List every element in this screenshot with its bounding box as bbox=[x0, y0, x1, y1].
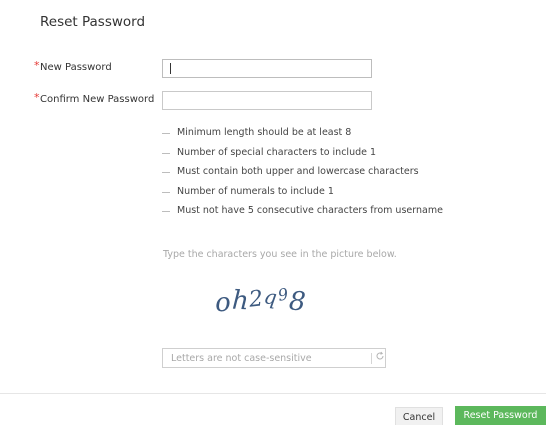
password-rule: Must not have 5 consecutive characters f… bbox=[162, 201, 443, 221]
new-password-label: * New Password bbox=[34, 59, 112, 73]
text-cursor bbox=[170, 63, 171, 74]
password-rule: Number of special characters to include … bbox=[162, 143, 443, 163]
captcha-hint: Type the characters you see in the pictu… bbox=[163, 249, 397, 260]
refresh-icon-glyph bbox=[376, 351, 384, 360]
captcha-field bbox=[162, 348, 386, 368]
captcha-input[interactable] bbox=[163, 349, 363, 367]
footer-divider bbox=[0, 393, 546, 394]
confirm-password-input[interactable] bbox=[162, 91, 372, 110]
dialog-title: Reset Password bbox=[40, 14, 146, 30]
captcha-divider bbox=[371, 353, 372, 364]
refresh-icon[interactable] bbox=[374, 351, 386, 365]
reset-password-button[interactable]: Reset Password bbox=[455, 406, 546, 425]
captcha-char: 8 bbox=[288, 286, 308, 318]
confirm-password-label-text: Confirm New Password bbox=[40, 94, 155, 105]
confirm-password-label: * Confirm New Password bbox=[34, 91, 155, 105]
captcha-char: o bbox=[213, 287, 233, 319]
password-rules-list: Minimum length should be at least 8 Numb… bbox=[162, 123, 443, 221]
captcha-image: oh2q98 bbox=[213, 284, 335, 322]
password-rule: Number of numerals to include 1 bbox=[162, 182, 443, 202]
cancel-button[interactable]: Cancel bbox=[395, 407, 443, 425]
new-password-input[interactable] bbox=[162, 59, 372, 78]
new-password-label-text: New Password bbox=[40, 62, 112, 73]
required-marker: * bbox=[34, 59, 40, 72]
password-rule: Minimum length should be at least 8 bbox=[162, 123, 443, 143]
password-rule: Must contain both upper and lowercase ch… bbox=[162, 162, 443, 182]
required-marker: * bbox=[34, 91, 40, 104]
